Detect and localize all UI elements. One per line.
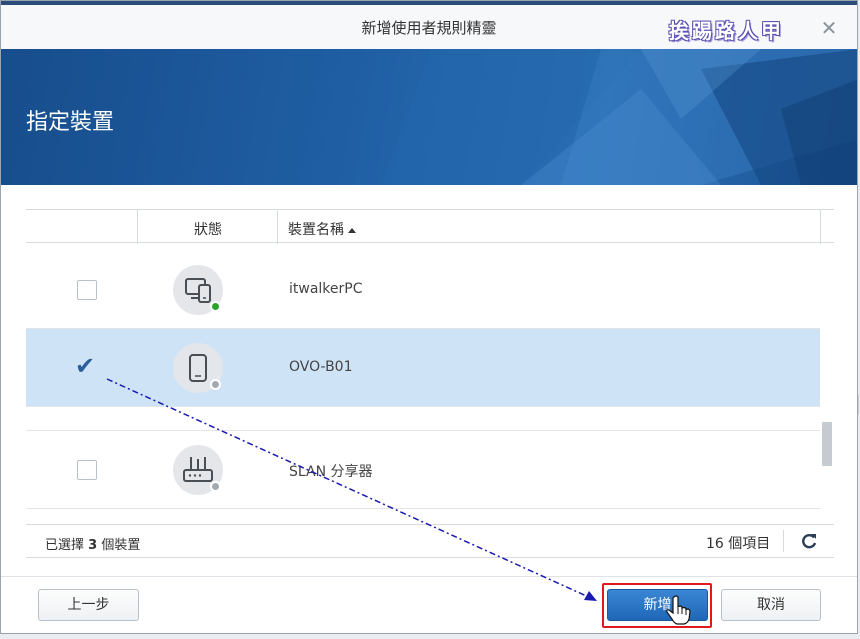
item-count: 16 個項目 [706,536,771,552]
close-icon[interactable]: ✕ [819,18,839,38]
grid-header: 狀態 裝置名稱 [26,209,834,244]
pc-phone-icon [173,265,223,315]
selected-count-value: 3 [88,538,98,553]
column-header-device-name-label: 裝置名稱 [288,222,344,238]
device-name: SLAN 分享器 [289,464,373,480]
selected-count-text: 已選擇 3 個裝置 [45,534,140,553]
selected-prefix: 已選擇 [45,538,85,553]
checkmark-icon: ✔ [75,352,96,380]
row-checkbox[interactable] [77,280,97,300]
grid-scrollbar-thumb[interactable] [822,422,832,466]
offline-status-dot [210,481,221,492]
add-button-highlight [602,583,712,628]
router-icon [173,445,223,495]
row-checkbox[interactable]: ✔ [75,352,97,380]
phone-icon [173,343,223,393]
device-name: itwalkerPC [289,281,363,297]
footer-divider [783,530,784,552]
sort-ascending-icon [348,227,356,233]
hand-cursor-icon [665,595,691,625]
refresh-icon[interactable] [799,531,819,551]
device-grid: 狀態 裝置名稱 itwalkerPC ✔ OVO-B01 SLAN 分享器 [26,209,834,509]
grid-status-bar: 已選擇 3 個裝置 16 個項目 [26,524,834,558]
table-row[interactable]: SLAN 分享器 [26,431,820,509]
device-name: OVO-B01 [289,359,353,375]
watermark: 挨踢路人甲 [669,19,784,43]
offline-status-dot [210,379,221,390]
selected-suffix: 個裝置 [101,538,141,553]
footer-divider-line [1,576,857,577]
banner-pattern [381,49,857,185]
wizard-banner: 指定裝置 [1,49,857,185]
row-checkbox[interactable] [77,460,97,480]
previous-button[interactable]: 上一步 [38,589,139,621]
column-divider [820,210,821,244]
cancel-button[interactable]: 取消 [721,589,821,621]
title-bar: 新增使用者規則精靈 挨踢路人甲 ✕ [1,1,857,49]
user-rule-wizard-dialog: 新增使用者規則精靈 挨踢路人甲 ✕ 指定裝置 狀態 裝置名稱 itwalkerP… [0,0,858,634]
table-row[interactable]: ✔ OVO-B01 [26,329,820,407]
window-edge [852,395,859,415]
online-status-dot [210,301,221,312]
column-header-status[interactable]: 狀態 [138,219,278,239]
column-header-device-name[interactable]: 裝置名稱 [288,219,356,239]
step-heading: 指定裝置 [26,110,115,135]
table-row[interactable]: itwalkerPC [26,251,820,329]
